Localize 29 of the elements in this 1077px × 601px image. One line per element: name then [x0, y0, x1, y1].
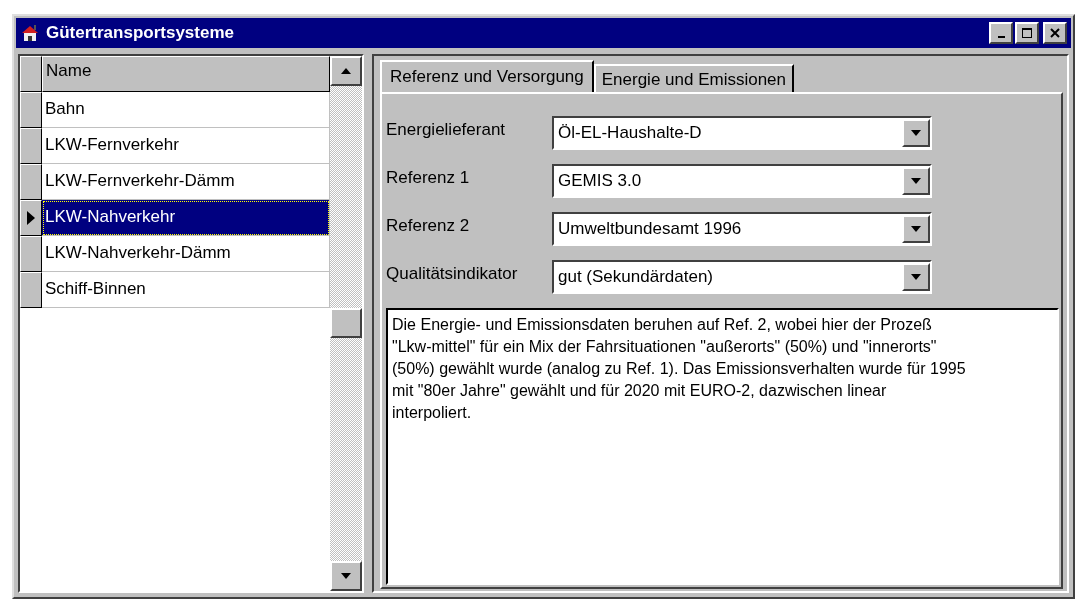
dropdown-field[interactable]: gut (Sekundärdaten) [552, 260, 932, 294]
scroll-down-button[interactable] [330, 561, 362, 591]
scroll-thumb[interactable] [330, 308, 362, 338]
maximize-button[interactable] [1015, 22, 1039, 44]
close-button[interactable] [1043, 22, 1067, 44]
up-arrow-icon [341, 68, 351, 74]
tab[interactable]: Energie und Emissionen [593, 64, 795, 92]
tab[interactable]: Referenz und Versorgung [380, 60, 594, 92]
dropdown-field[interactable]: GEMIS 3.0 [552, 164, 932, 198]
column-header[interactable]: Name [42, 56, 330, 92]
dropdown-field[interactable]: Umweltbundesamt 1996 [552, 212, 932, 246]
dropdown-field[interactable]: Öl-EL-Haushalte-D [552, 116, 932, 150]
field-label: Energielieferant [386, 119, 507, 140]
field-label: Referenz 2 [386, 215, 471, 236]
scrollbar[interactable] [330, 56, 362, 591]
grid-row[interactable]: LKW-Nahverkehr [42, 200, 330, 236]
window-title: Gütertransportsysteme [46, 23, 235, 43]
scroll-up-button[interactable] [330, 56, 362, 86]
description-text-area[interactable] [386, 308, 1059, 585]
maximize-icon [1021, 27, 1033, 39]
house-icon [20, 23, 40, 43]
description-text: Die Energie- und Emissionsdaten beruhen auf Ref. 2, wobei hier der Prozeß "Lkw-mittel" für ein Mix der Fahrsituationen "außerorts" (50%) und "innerorts" (50%) gewählt wurde (analog zu Ref. 1). Das Emissionsverhalten wurde für 1995 mit "80er Jahre" gewählt und für 2020 mit EURO-2, dazwischen linear interpoliert. [392, 316, 966, 421]
current-row-icon [27, 211, 35, 225]
down-arrow-icon [341, 573, 351, 579]
minimize-button[interactable] [989, 22, 1013, 44]
minimize-icon [997, 36, 1005, 38]
field-label: Qualitätsindikator [386, 263, 519, 284]
field-label: Referenz 1 [386, 167, 471, 188]
close-icon [1049, 27, 1061, 39]
